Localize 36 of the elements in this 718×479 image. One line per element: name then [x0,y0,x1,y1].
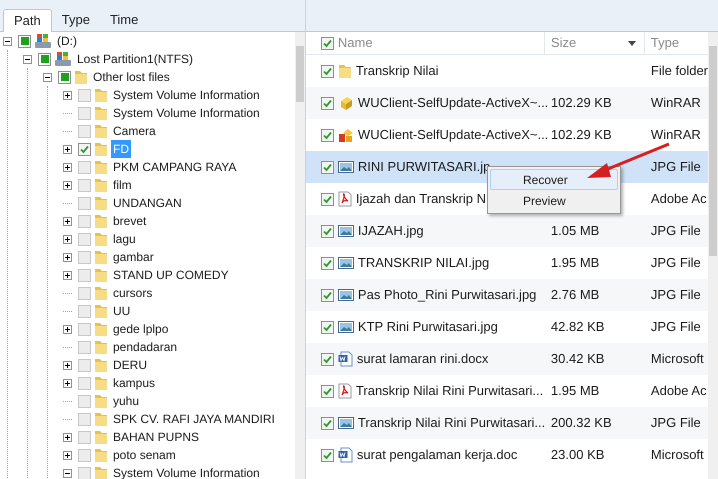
file-size: 102.29 KB [550,95,612,110]
file-name: surat lamaran rini.docx [356,350,488,368]
file-name: Transkrip Nilai Rini Purwitasari... [358,414,546,432]
file-name: Ijazah dan Transkrip N [356,190,486,208]
file-name: Transkrip Nilai Rini Purwitasari... [356,382,544,400]
file-type: JPG File [650,415,701,430]
file-type: File folder [650,63,708,78]
file-size: 23.00 KB [550,447,604,462]
file-name: TRANSKRIP NILAI.jpg [358,254,490,272]
file-type: WinRAR [650,127,701,142]
file-type: WinRAR [650,95,701,110]
file-type: JPG File [650,287,701,302]
file-size: 102.29 KB [550,127,612,142]
file-name: Transkrip Nilai [356,62,439,80]
file-size: 1.95 MB [550,383,600,398]
file-size: 30.42 KB [550,351,604,366]
file-size: 1.95 MB [550,255,600,270]
file-name: IJAZAH.jpg [358,222,424,240]
file-size: 200.32 KB [550,415,612,430]
file-type: Adobe Ac [650,383,707,398]
file-type: JPG File [650,255,701,270]
file-name: WUClient-SelfUpdate-ActiveX~... [358,126,548,144]
file-name: surat pengalaman kerja.doc [356,446,518,464]
file-type: Microsoft [650,351,704,366]
file-name: RINI PURWITASARI.jp [358,158,490,176]
file-size: 1.05 MB [550,223,600,238]
file-size: 2.76 MB [550,287,600,302]
file-name: KTP Rini Purwitasari.jpg [358,318,498,336]
file-name: Pas Photo_Rini Purwitasari.jpg [358,286,536,304]
file-name: WUClient-SelfUpdate-ActiveX~... [358,94,548,112]
file-size: 42.82 KB [550,319,604,334]
file-type: Microsoft [650,447,704,462]
file-type: JPG File [650,319,701,334]
file-type: JPG File [650,159,701,174]
file-type: Adobe Ac [650,191,707,206]
file-type: JPG File [650,223,701,238]
